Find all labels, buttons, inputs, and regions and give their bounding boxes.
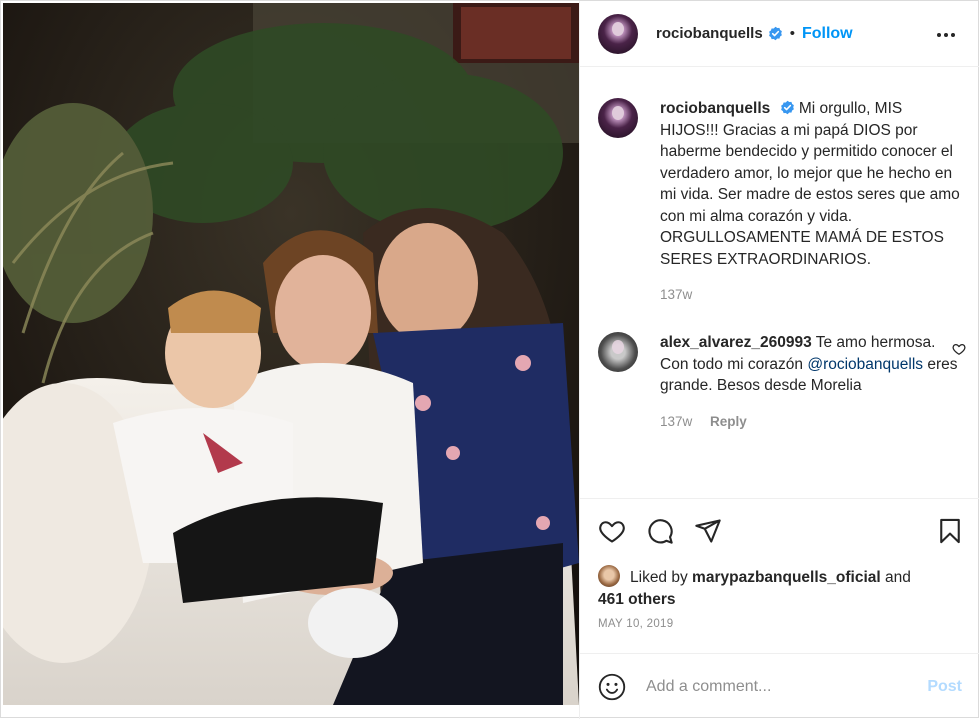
likes-summary: Liked by marypazbanquells_oficial and 46… xyxy=(598,565,968,611)
more-options-icon[interactable] xyxy=(934,23,958,47)
caption: rociobanquells Mi orgullo, MIS HIJOS!!! … xyxy=(598,98,962,302)
comment-text-block: alex_alvarez_260993 Te amo hermosa. Con … xyxy=(660,332,962,397)
caption-author-avatar[interactable] xyxy=(598,98,638,138)
post-photo[interactable] xyxy=(3,3,579,705)
comment-item: alex_alvarez_260993 Te amo hermosa. Con … xyxy=(598,332,966,429)
heart-icon[interactable] xyxy=(598,517,626,545)
liker-avatar[interactable] xyxy=(598,565,620,587)
comment-mention-link[interactable]: @rociobanquells xyxy=(807,356,923,373)
comment-timestamp[interactable]: 137w xyxy=(660,414,692,429)
share-icon[interactable] xyxy=(694,517,722,545)
bookmark-icon[interactable] xyxy=(936,517,964,545)
author-username[interactable]: rociobanquells xyxy=(656,25,763,42)
add-comment-bar: Post xyxy=(580,653,979,719)
separator-dot: • xyxy=(789,25,795,42)
author-avatar[interactable] xyxy=(598,13,638,54)
comment-input[interactable] xyxy=(646,677,918,696)
likes-and: and xyxy=(885,569,911,586)
verified-badge-icon xyxy=(768,26,782,41)
verified-badge-icon xyxy=(780,100,794,115)
caption-timestamp[interactable]: 137w xyxy=(660,287,962,302)
post-actions: Liked by marypazbanquells_oficial and 46… xyxy=(580,498,979,658)
post-header: rociobanquells • Follow xyxy=(580,1,979,67)
post-date[interactable]: MAY 10, 2019 xyxy=(598,618,673,630)
comment-icon[interactable] xyxy=(646,517,674,545)
post-comment-button[interactable]: Post xyxy=(927,678,962,696)
commenter-username[interactable]: alex_alvarez_260993 xyxy=(660,334,812,351)
comment-like-heart-icon[interactable] xyxy=(952,342,966,356)
comment-meta: 137w Reply xyxy=(660,414,962,429)
instagram-post-modal: rociobanquells • Follow rociobanquells M… xyxy=(0,0,979,719)
reply-button[interactable]: Reply xyxy=(710,414,747,429)
likes-others-link[interactable]: 461 others xyxy=(598,591,676,608)
likes-prefix: Liked by xyxy=(630,569,688,586)
comments-section: rociobanquells Mi orgullo, MIS HIJOS!!! … xyxy=(580,68,979,498)
follow-button[interactable]: Follow xyxy=(802,25,853,43)
liker-username[interactable]: marypazbanquells_oficial xyxy=(692,569,881,586)
caption-username[interactable]: rociobanquells xyxy=(660,100,770,117)
family-photo-illustration xyxy=(3,3,579,705)
emoji-icon[interactable] xyxy=(598,673,626,701)
caption-text-block: rociobanquells Mi orgullo, MIS HIJOS!!! … xyxy=(660,98,962,270)
post-details-panel: rociobanquells • Follow rociobanquells M… xyxy=(579,1,979,719)
caption-text: Mi orgullo, MIS HIJOS!!! Gracias a mi pa… xyxy=(660,100,960,268)
commenter-avatar[interactable] xyxy=(598,332,638,372)
